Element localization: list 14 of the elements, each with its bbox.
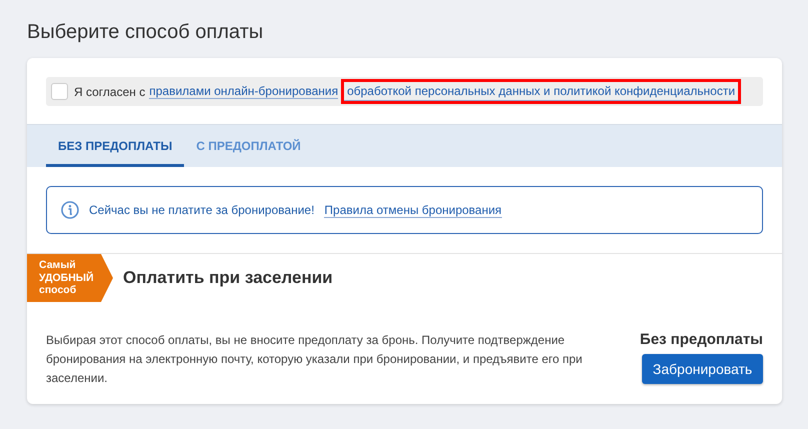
option-title: Оплатить при заселении [123, 268, 333, 288]
payment-tab[interactable]: БЕЗ ПРЕДОПЛАТЫ [46, 125, 184, 167]
cancellation-rules-link[interactable]: Правила отмены бронирования [324, 202, 502, 218]
option-description: Выбирая этот способ оплаты, вы не вносите предоплату за бронь. Получите подтверждение бронирования на электронную почту, которую указали при бронировании, и предъявите его при заселении. [46, 332, 584, 387]
consent-checkbox[interactable] [51, 83, 68, 100]
highlighted-link[interactable]: обработкой персональных данных и политикой конфиденциальности [344, 82, 738, 101]
page-title: Выберите способ оплаты [27, 20, 264, 44]
price-label: Без предоплаты [640, 331, 763, 348]
best-option-badge: Самый УДОБНЫЙ способ [27, 254, 113, 302]
book-button[interactable]: Забронировать [642, 354, 763, 384]
notice-text: Сейчас вы не платите за бронирование! [89, 203, 314, 217]
info-icon [61, 201, 79, 219]
consent-text: Я согласен с [74, 84, 146, 98]
rules-link[interactable]: правилами онлайн-бронирования [149, 84, 338, 99]
